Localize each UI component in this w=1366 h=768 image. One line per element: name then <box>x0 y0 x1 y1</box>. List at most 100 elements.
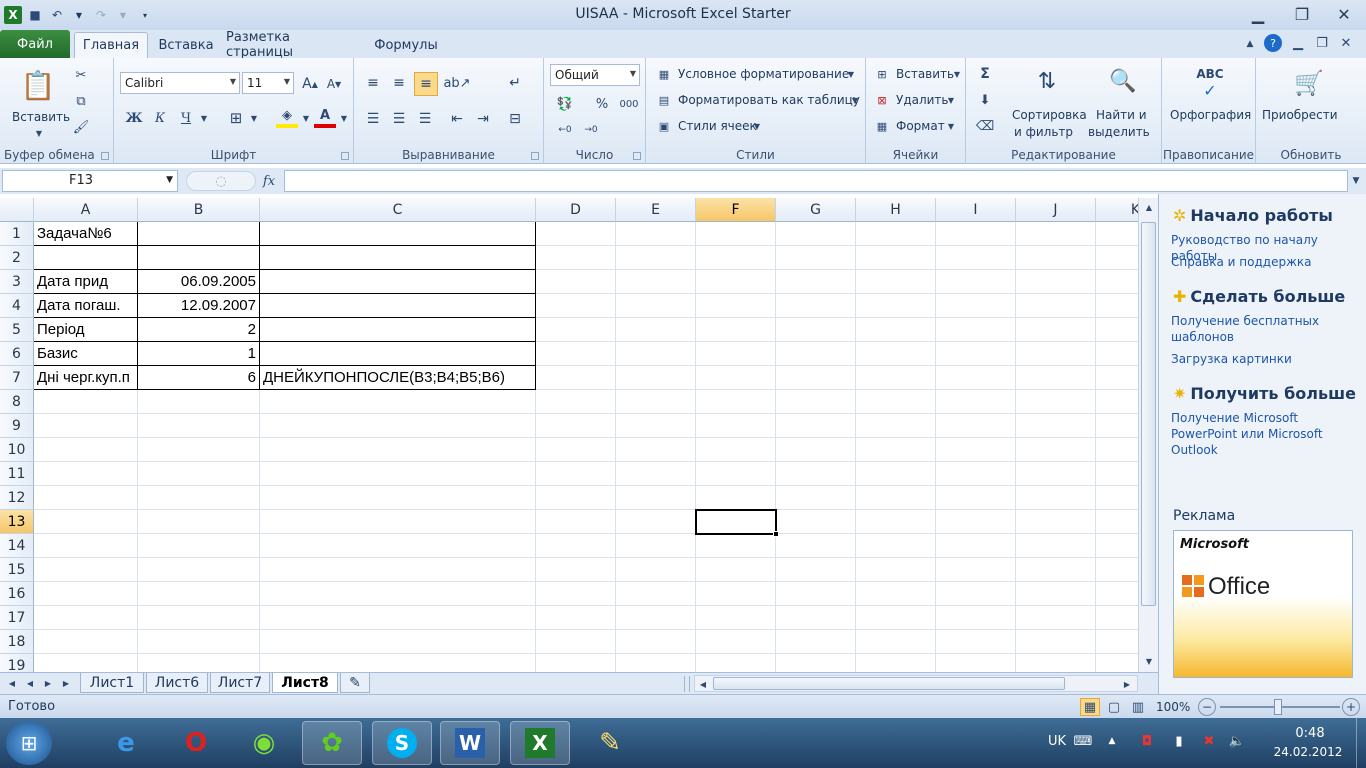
cell-d15[interactable] <box>536 558 616 582</box>
cell-c12[interactable] <box>260 486 536 510</box>
cell-a5[interactable]: Період <box>34 318 138 342</box>
row-header-3[interactable]: 3 <box>0 270 34 294</box>
page-break-view-icon[interactable]: ▥ <box>1128 698 1148 716</box>
insert-function-button[interactable]: fx <box>258 171 280 191</box>
shrink-font-icon[interactable]: A ▼ <box>324 74 344 94</box>
delete-cells-button[interactable]: Удалить <box>896 93 949 107</box>
cell-h14[interactable] <box>856 534 936 558</box>
row-header-19[interactable]: 19 <box>0 654 34 674</box>
cell-h19[interactable] <box>856 654 936 674</box>
cell-g18[interactable] <box>776 630 856 654</box>
cell-h3[interactable] <box>856 270 936 294</box>
align-top-icon[interactable]: ≡ <box>362 72 384 94</box>
cell-d10[interactable] <box>536 438 616 462</box>
column-header-i[interactable]: I <box>936 198 1016 222</box>
cell-h7[interactable] <box>856 366 936 390</box>
spelling-icon[interactable]: ABC ✓ <box>1190 66 1230 100</box>
cell-k8[interactable] <box>1096 390 1140 414</box>
cell-k17[interactable] <box>1096 606 1140 630</box>
tab-insert[interactable]: Вставка <box>152 32 220 58</box>
clear-icon[interactable]: ⌫ <box>976 116 994 136</box>
cell-j9[interactable] <box>1016 414 1096 438</box>
cell-c9[interactable] <box>260 414 536 438</box>
cell-g17[interactable] <box>776 606 856 630</box>
sort-button-line2[interactable]: и фильтр <box>1014 125 1073 139</box>
cell-d11[interactable] <box>536 462 616 486</box>
scroll-right-icon[interactable]: ▶ <box>1121 677 1133 691</box>
restore-icon[interactable]: ❐ <box>1282 3 1322 25</box>
minimize-icon[interactable]: ▁ <box>1238 3 1278 25</box>
column-header-j[interactable]: J <box>1016 198 1096 222</box>
doc-minimize-icon[interactable]: ▁ <box>1290 35 1306 51</box>
row-header-4[interactable]: 4 <box>0 294 34 318</box>
cell-a8[interactable] <box>34 390 138 414</box>
cell-b11[interactable] <box>138 462 260 486</box>
cell-g15[interactable] <box>776 558 856 582</box>
cell-b9[interactable] <box>138 414 260 438</box>
cell-c5[interactable] <box>260 318 536 342</box>
percent-button[interactable]: % <box>594 94 610 114</box>
volume-icon[interactable]: 🔈 <box>1226 732 1248 750</box>
cell-j14[interactable] <box>1016 534 1096 558</box>
cell-c19[interactable] <box>260 654 536 674</box>
cell-g12[interactable] <box>776 486 856 510</box>
cell-f12[interactable] <box>696 486 776 510</box>
cell-a15[interactable] <box>34 558 138 582</box>
cell-a17[interactable] <box>34 606 138 630</box>
cell-k18[interactable] <box>1096 630 1140 654</box>
fill-handle[interactable] <box>773 531 779 537</box>
cell-e17[interactable] <box>616 606 696 630</box>
cell-g13[interactable] <box>776 510 856 534</box>
sheet-tab-7[interactable]: Лист7 <box>210 673 270 693</box>
tab-split-handle[interactable] <box>684 676 690 692</box>
increase-indent-icon[interactable]: ⇥ <box>472 108 494 130</box>
cell-c16[interactable] <box>260 582 536 606</box>
cell-g14[interactable] <box>776 534 856 558</box>
cell-j6[interactable] <box>1016 342 1096 366</box>
cell-f19[interactable] <box>696 654 776 674</box>
cell-b5[interactable]: 2 <box>138 318 260 342</box>
tab-page-layout[interactable]: Разметка страницы <box>226 30 360 60</box>
cell-e15[interactable] <box>616 558 696 582</box>
cell-h9[interactable] <box>856 414 936 438</box>
cell-e10[interactable] <box>616 438 696 462</box>
cell-d19[interactable] <box>536 654 616 674</box>
page-layout-view-icon[interactable]: ▢ <box>1104 698 1124 716</box>
column-header-b[interactable]: B <box>138 198 260 222</box>
cell-i18[interactable] <box>936 630 1016 654</box>
cell-b15[interactable] <box>138 558 260 582</box>
cell-g19[interactable] <box>776 654 856 674</box>
cell-styles-button[interactable]: Стили ячеек <box>678 119 757 133</box>
align-bottom-icon[interactable]: ≡ <box>414 72 438 96</box>
cell-e3[interactable] <box>616 270 696 294</box>
cell-f11[interactable] <box>696 462 776 486</box>
cell-a11[interactable] <box>34 462 138 486</box>
cell-j10[interactable] <box>1016 438 1096 462</box>
row-header-11[interactable]: 11 <box>0 462 34 486</box>
align-center-icon[interactable]: ☰ <box>388 108 410 130</box>
cell-d3[interactable] <box>536 270 616 294</box>
cell-d9[interactable] <box>536 414 616 438</box>
prev-sheet-icon[interactable]: ◀ <box>24 675 36 691</box>
cell-g10[interactable] <box>776 438 856 462</box>
cell-d2[interactable] <box>536 246 616 270</box>
cell-j4[interactable] <box>1016 294 1096 318</box>
notepad-icon[interactable]: ✎ <box>580 721 640 765</box>
cell-d7[interactable] <box>536 366 616 390</box>
cell-h10[interactable] <box>856 438 936 462</box>
tab-formulas[interactable]: Формулы <box>366 32 446 58</box>
cell-j15[interactable] <box>1016 558 1096 582</box>
doc-restore-icon[interactable]: ❐ <box>1314 35 1330 51</box>
row-header-1[interactable]: 1 <box>0 222 34 246</box>
cell-b6[interactable]: 1 <box>138 342 260 366</box>
find-button-line2[interactable]: выделить <box>1088 125 1150 139</box>
cell-g6[interactable] <box>776 342 856 366</box>
zoom-slider-thumb[interactable] <box>1274 699 1282 715</box>
cell-a1[interactable]: Задача№6 <box>34 222 138 246</box>
cell-e5[interactable] <box>616 318 696 342</box>
cell-c4[interactable] <box>260 294 536 318</box>
cell-j11[interactable] <box>1016 462 1096 486</box>
opera-icon[interactable]: O <box>166 721 226 765</box>
cell-f15[interactable] <box>696 558 776 582</box>
sheet-tab-8[interactable]: Лист8 <box>272 673 338 693</box>
